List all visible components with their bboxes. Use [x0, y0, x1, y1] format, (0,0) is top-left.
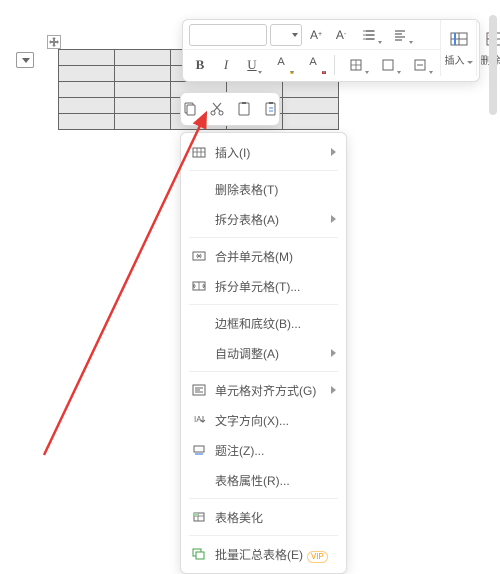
menu-label: 表格美化: [215, 509, 336, 526]
font-increase-button[interactable]: A+: [305, 24, 327, 46]
paste-special-icon[interactable]: [262, 100, 279, 118]
font-size-combo[interactable]: [270, 24, 302, 46]
text-direction-icon: IA: [191, 412, 207, 428]
table-cell[interactable]: [59, 50, 115, 66]
menu-split-table[interactable]: 拆分表格(A): [181, 204, 346, 234]
menu-merge-cells[interactable]: 合并单元格(M): [181, 241, 346, 271]
menu-text-direction[interactable]: IA 文字方向(X)...: [181, 405, 346, 435]
table-cell[interactable]: [59, 82, 115, 98]
menu-label: 自动调整(A): [215, 345, 323, 362]
batch-summarize-icon: [191, 546, 207, 562]
cell-align-button[interactable]: [406, 54, 434, 76]
menu-label: 表格属性(R)...: [215, 472, 336, 489]
beautify-icon: [191, 509, 207, 525]
menu-batch-summarize[interactable]: 批量汇总表格(E)VIP: [181, 539, 346, 569]
table-cell[interactable]: [59, 114, 115, 130]
menu-label: 拆分单元格(T)...: [215, 278, 336, 295]
italic-button[interactable]: I: [215, 54, 237, 76]
menu-delete-table[interactable]: 删除表格(T): [181, 174, 346, 204]
list-button[interactable]: [355, 24, 383, 46]
bold-button[interactable]: B: [189, 54, 211, 76]
menu-cell-alignment[interactable]: 单元格对齐方式(G): [181, 375, 346, 405]
font-family-combo[interactable]: [189, 24, 267, 46]
table-borders-button[interactable]: [342, 54, 370, 76]
table-cell[interactable]: [59, 66, 115, 82]
submenu-arrow-icon: [331, 386, 336, 394]
insert-big-button[interactable]: 插入: [440, 20, 476, 76]
menu-label: 文字方向(X)...: [215, 412, 336, 429]
menu-label: 单元格对齐方式(G): [215, 382, 323, 399]
shading-button[interactable]: [374, 54, 402, 76]
table-cell[interactable]: [115, 82, 171, 98]
table-move-handle-icon[interactable]: [47, 35, 61, 49]
split-cells-icon: [191, 278, 207, 294]
merge-cells-icon: [191, 248, 207, 264]
cut-icon[interactable]: [208, 100, 225, 118]
submenu-arrow-icon: [331, 349, 336, 357]
menu-table-properties[interactable]: 表格属性(R)...: [181, 465, 346, 495]
paste-icon[interactable]: [235, 100, 252, 118]
align-button[interactable]: [386, 24, 414, 46]
menu-label: 合并单元格(M): [215, 248, 336, 265]
copy-icon[interactable]: [181, 100, 198, 118]
menu-caption[interactable]: 题注(Z)...: [181, 435, 346, 465]
menu-split-cells[interactable]: 拆分单元格(T)...: [181, 271, 346, 301]
underline-button[interactable]: U: [241, 54, 263, 76]
highlight-color-button[interactable]: [267, 54, 295, 76]
vip-badge: VIP: [307, 551, 328, 563]
svg-text:IA: IA: [194, 415, 202, 424]
menu-label: 批量汇总表格(E)VIP: [215, 546, 336, 563]
submenu-arrow-icon: [331, 215, 336, 223]
table-context-menu: 插入(I) 删除表格(T) 拆分表格(A) 合并单元格(M) 拆分单元格(T).…: [180, 132, 347, 574]
caption-icon: [191, 442, 207, 458]
menu-label: 插入(I): [215, 144, 323, 161]
table-cell[interactable]: [115, 50, 171, 66]
vertical-scrollbar[interactable]: [489, 15, 497, 115]
font-decrease-button[interactable]: A-: [330, 24, 352, 46]
table-cell[interactable]: [115, 98, 171, 114]
insert-label: 插入: [445, 56, 465, 67]
insert-icon: [191, 144, 207, 160]
outline-toggle-icon[interactable]: [16, 52, 34, 68]
menu-insert[interactable]: 插入(I): [181, 137, 346, 167]
menu-autofit[interactable]: 自动调整(A): [181, 338, 346, 368]
table-cell[interactable]: [115, 66, 171, 82]
cell-alignment-icon: [191, 382, 207, 398]
menu-table-beautify[interactable]: 表格美化: [181, 502, 346, 532]
context-clipboard-bar: [180, 92, 280, 126]
menu-label: 拆分表格(A): [215, 211, 323, 228]
table-cell[interactable]: [59, 98, 115, 114]
menu-label: 题注(Z)...: [215, 442, 336, 459]
submenu-arrow-icon: [331, 148, 336, 156]
menu-label: 边框和底纹(B)...: [215, 315, 336, 332]
menu-borders-shading[interactable]: 边框和底纹(B)...: [181, 308, 346, 338]
menu-label: 删除表格(T): [215, 181, 336, 198]
table-cell[interactable]: [115, 114, 171, 130]
font-color-button[interactable]: [299, 54, 327, 76]
mini-toolbar: A+ A- B I U: [182, 19, 480, 82]
